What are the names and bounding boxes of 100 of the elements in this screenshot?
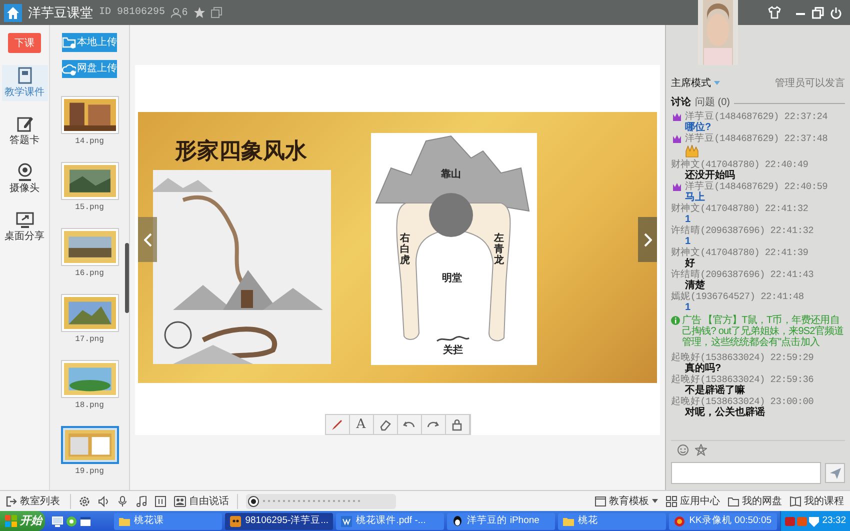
slide-thumbnail[interactable] <box>60 96 118 134</box>
volume-meter-icon <box>263 499 363 503</box>
message-sender: 财神文(417048780) 22:40:49 <box>671 159 808 170</box>
penguin-icon <box>452 516 464 526</box>
power-icon[interactable] <box>830 6 842 18</box>
restore-icon[interactable] <box>812 6 824 18</box>
clock: 23:32 <box>822 514 846 528</box>
thumbnail-label: 14.png <box>75 136 104 148</box>
taskbar-button[interactable]: 桃花 <box>558 512 666 530</box>
next-slide-button[interactable] <box>638 217 657 262</box>
folder-icon <box>119 516 130 526</box>
taskbar-button[interactable]: KK录像机 00:50:05 <box>669 512 778 530</box>
message-sender: 洋芋豆(1484687629) 22:37:48 <box>685 133 828 144</box>
taskbar-button[interactable]: 洋芋豆的 iPhone <box>447 512 556 530</box>
microphone-icon[interactable] <box>117 496 128 506</box>
rail-tab[interactable]: 摄像头 <box>2 161 48 197</box>
pen-icon <box>331 418 343 430</box>
bottom-link[interactable]: 教育模板 <box>595 494 658 508</box>
desktop-icon[interactable] <box>52 516 64 526</box>
message-sender: 许结晴(2096387696) 22:41:32 <box>671 225 814 236</box>
free-talk-button[interactable]: 自由说话 <box>174 494 238 508</box>
message-text: 对呢，公关也辟谣 <box>685 407 765 418</box>
chevron-left-icon <box>144 232 152 246</box>
record-icon <box>674 516 686 526</box>
chat-tab[interactable]: 讨论 <box>671 97 691 109</box>
chevron-right-icon <box>644 232 652 246</box>
user-icon <box>171 8 182 18</box>
courseware-icon <box>16 67 34 85</box>
rail-tab[interactable]: 教学课件 <box>2 65 48 101</box>
diagram-label: 关拦 <box>443 345 463 356</box>
message-input[interactable] <box>671 462 821 484</box>
message-text: 清楚 <box>685 280 705 291</box>
bottom-link[interactable]: 应用中心 <box>666 494 720 508</box>
previous-slide-button[interactable] <box>138 217 157 262</box>
home-icon[interactable] <box>4 4 22 22</box>
folder-icon <box>563 516 574 526</box>
music-icon[interactable] <box>136 496 147 506</box>
thumbnail-label: 19.png <box>75 466 104 478</box>
copy-icon[interactable] <box>210 7 222 18</box>
message-sender: 洋芋豆(1484687629) 22:40:59 <box>685 181 828 192</box>
start-button[interactable]: 开始 <box>0 511 46 531</box>
slide-thumbnail[interactable] <box>60 228 118 266</box>
message-text: 真的吗? <box>685 363 722 374</box>
speaker-icon[interactable] <box>98 496 109 506</box>
scrollbar-thumb[interactable] <box>125 243 129 313</box>
window-icon[interactable] <box>80 516 92 526</box>
bottom-link[interactable]: 我的网盘 <box>728 494 782 508</box>
rail-tab[interactable]: 桌面分享 <box>2 209 48 245</box>
message-text: 1 <box>685 302 691 313</box>
send-button[interactable] <box>825 463 845 483</box>
document-icon <box>341 516 352 526</box>
text-tool-button[interactable]: A <box>350 415 374 434</box>
equalizer-icon[interactable] <box>155 496 166 506</box>
message-sender: 许结晴(2096387696) 22:41:43 <box>671 269 814 280</box>
thumbnail-label: 15.png <box>75 202 104 214</box>
tray-icons[interactable] <box>785 516 820 526</box>
globe-icon[interactable] <box>66 516 78 526</box>
settings-icon[interactable] <box>79 496 90 506</box>
eraser-icon <box>379 418 391 430</box>
slide-thumbnail[interactable] <box>60 426 118 464</box>
message-sender: 起晚好(1538633024) 22:59:29 <box>671 352 814 363</box>
chat-tab[interactable]: 问题 (0) <box>695 97 730 109</box>
message-text: 好 <box>685 258 695 269</box>
app-title: 洋芋豆课堂 <box>28 4 93 22</box>
mode-dropdown[interactable]: 主席模式 <box>671 76 720 90</box>
user-count: 6 <box>182 6 188 20</box>
message-sender: 洋芋豆(1484687629) 22:37:24 <box>685 111 828 122</box>
send-icon <box>830 468 840 478</box>
slide-title: 形家四象风水 <box>174 138 308 164</box>
diagram-label: 明堂 <box>442 273 462 284</box>
people-icon <box>174 496 186 506</box>
folder-icon <box>62 35 76 50</box>
taskbar-button[interactable]: 98106295-洋芋豆... <box>225 512 334 530</box>
message-text: 1 <box>685 236 691 247</box>
slide-thumbnail[interactable] <box>60 294 118 332</box>
rail-tab[interactable]: 答题卡 <box>2 113 48 149</box>
classroom-list-button[interactable]: 教室列表 <box>6 494 71 508</box>
record-icon <box>248 496 259 506</box>
flower-icon[interactable] <box>695 444 707 456</box>
caret-icon <box>714 81 720 85</box>
template-icon <box>595 496 606 506</box>
taskbar-button[interactable]: 桃花课件.pdf -... <box>336 512 444 530</box>
shirt-icon[interactable] <box>768 6 781 19</box>
smiley-icon[interactable] <box>677 444 689 456</box>
diagram-label: 左青龙 <box>494 233 504 266</box>
room-id: ID 98106295 <box>99 6 166 20</box>
message-sender: 起晚好(1538633024) 23:00:00 <box>671 396 814 407</box>
book-icon <box>790 496 801 506</box>
slide-thumbnail[interactable] <box>60 162 118 200</box>
message-sender: 起晚好(1538633024) 22:59:36 <box>671 374 814 385</box>
taskbar-button[interactable]: 桃花课 <box>114 512 222 530</box>
message-sender: 财神文(417048780) 22:41:39 <box>671 247 808 258</box>
cat-face-icon <box>230 516 242 526</box>
star-icon[interactable] <box>194 7 205 18</box>
message-text: 马上 <box>685 192 705 203</box>
slide-thumbnail[interactable] <box>60 360 118 398</box>
thumbnail-label: 18.png <box>75 400 104 412</box>
answer-card-icon <box>16 115 34 133</box>
message-text: 1 <box>685 214 691 225</box>
bottom-link[interactable]: 我的课程 <box>790 494 844 508</box>
